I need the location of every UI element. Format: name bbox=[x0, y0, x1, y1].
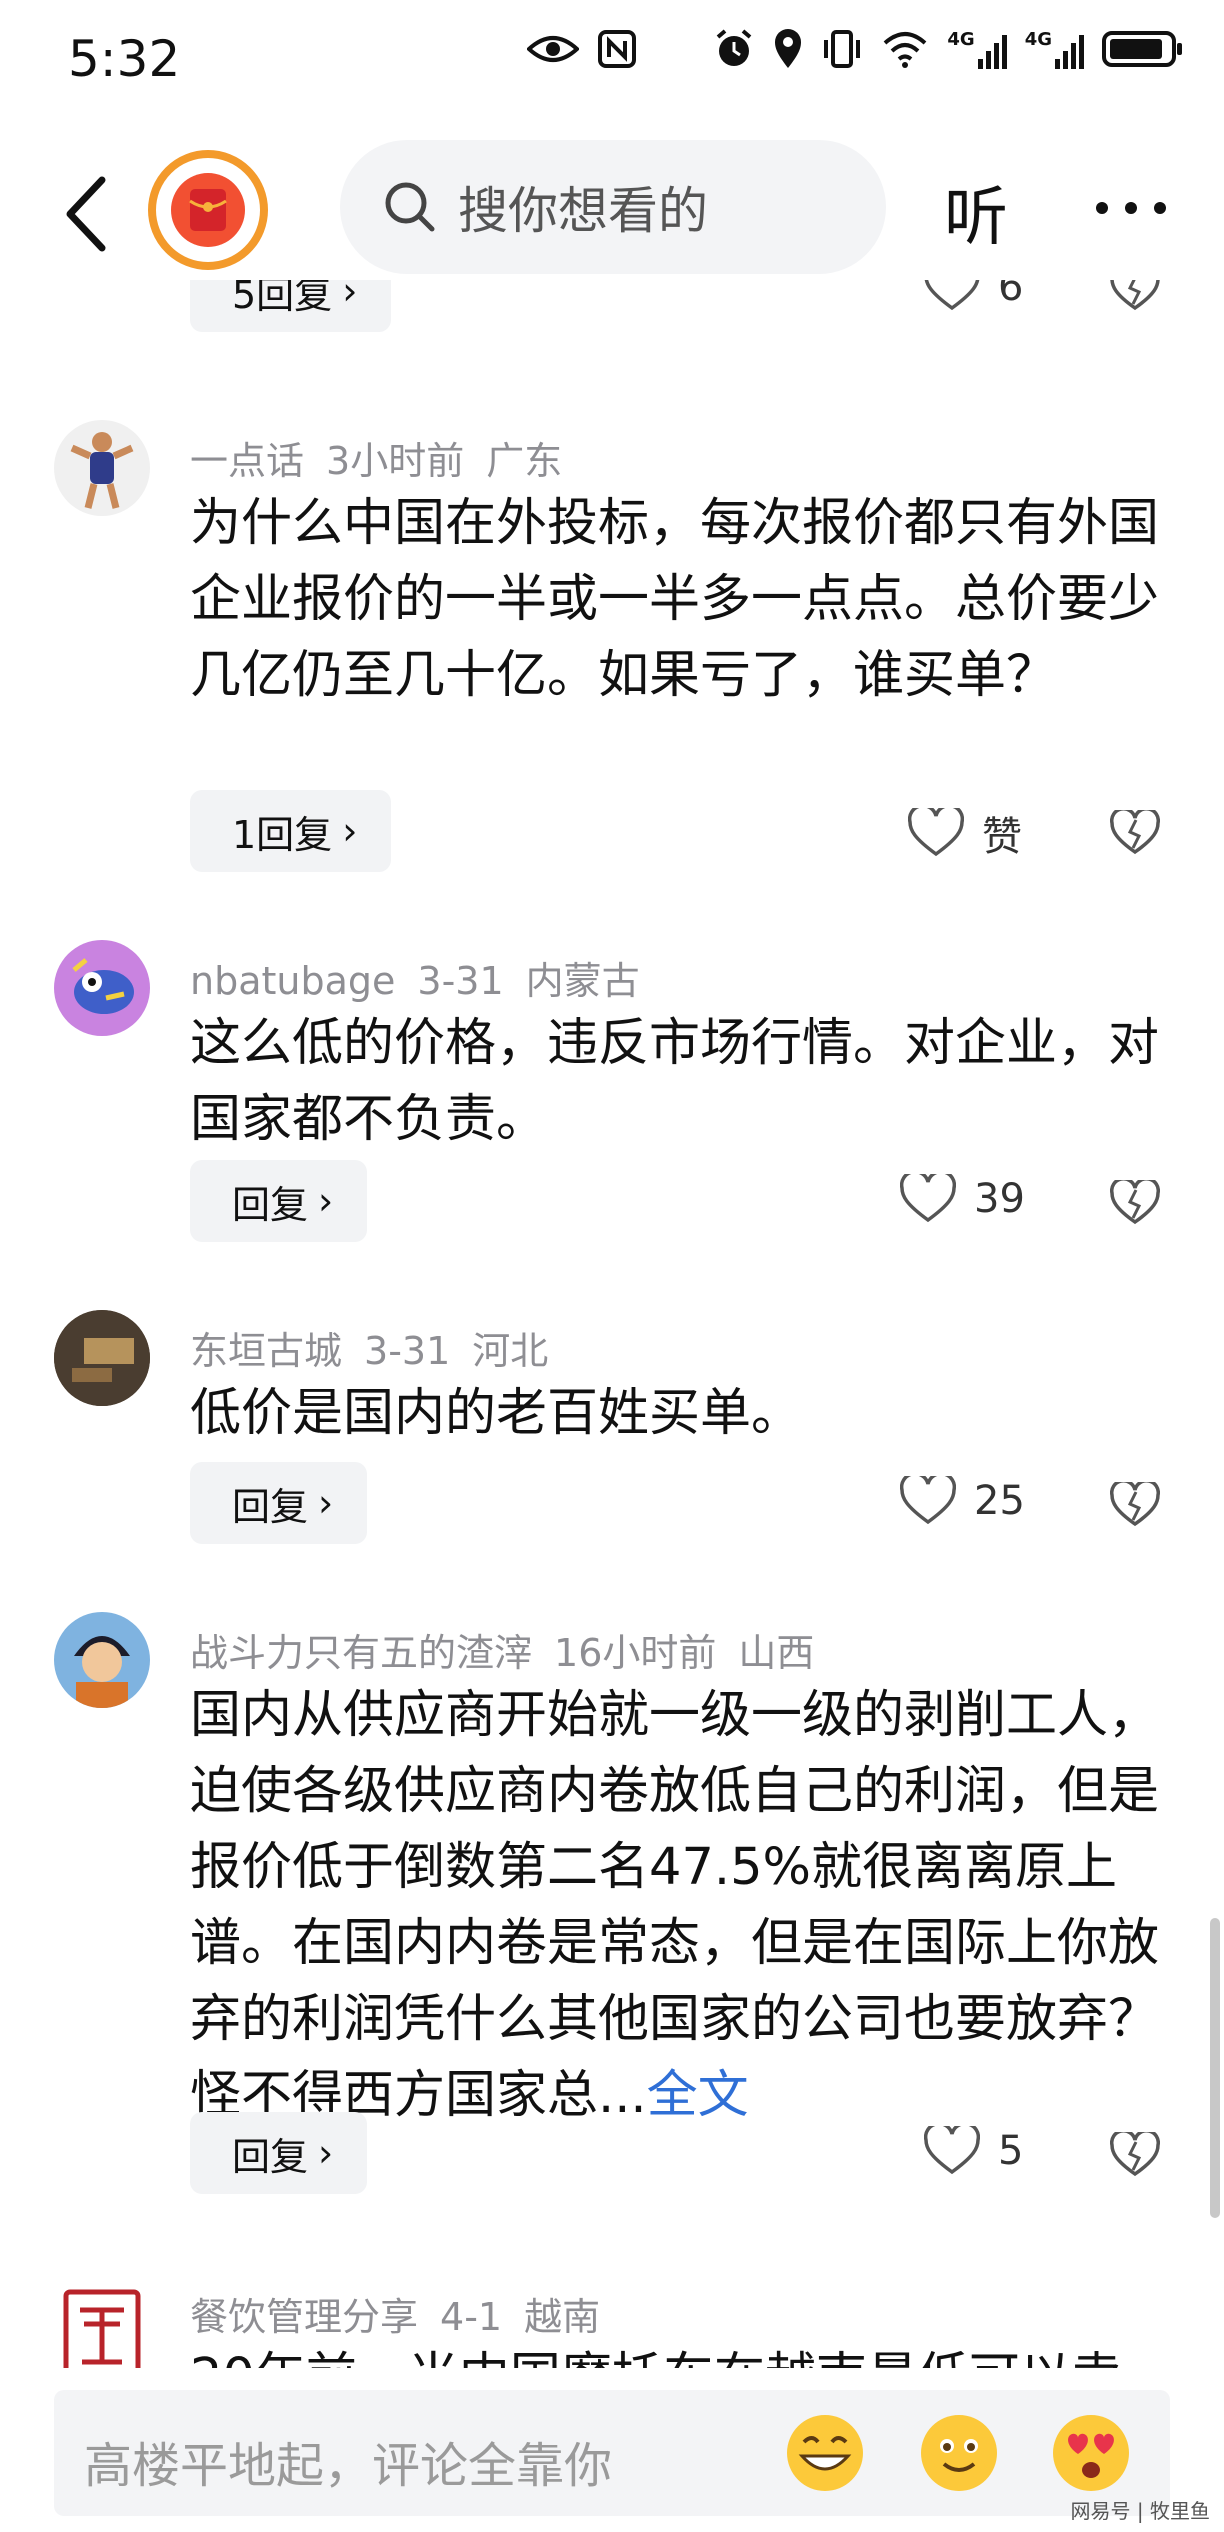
reply-button[interactable]: 回复 › bbox=[190, 1160, 368, 1242]
comment-meta: 一点话 3小时前 广东 bbox=[190, 430, 584, 485]
chevron-right-icon: › bbox=[318, 2131, 334, 2175]
red-packet-icon bbox=[171, 173, 245, 247]
more-icon[interactable] bbox=[1094, 198, 1168, 218]
network-type-label: 4G bbox=[1024, 29, 1052, 50]
username[interactable]: 餐饮管理分享 bbox=[190, 2295, 418, 2339]
username[interactable]: 战斗力只有五的渣滓 bbox=[190, 1631, 532, 1675]
like-button[interactable]: 6 bbox=[924, 280, 1023, 312]
search-icon bbox=[385, 182, 435, 232]
search-placeholder: 搜你想看的 bbox=[458, 182, 708, 240]
search-input[interactable]: 搜你想看的 bbox=[340, 140, 886, 274]
chevron-right-icon: › bbox=[318, 1481, 334, 1525]
status-bar: 5:32 4G 4G bbox=[0, 0, 1224, 120]
dislike-icon[interactable] bbox=[1110, 1482, 1160, 1528]
like-button[interactable]: 赞 bbox=[908, 804, 1022, 862]
status-time: 5:32 bbox=[68, 30, 181, 88]
comment-meta: nbatubage 3-31 内蒙古 bbox=[190, 950, 662, 1005]
comment-location: 山西 bbox=[738, 1631, 815, 1675]
comment-text-content: 国内从供应商开始就一级一级的剥削工人，迫使各级供应商内卷放低自己的利润，但是报价… bbox=[190, 1686, 1160, 2125]
avatar[interactable] bbox=[54, 420, 150, 516]
dislike-icon[interactable] bbox=[1110, 2132, 1160, 2178]
reply-button[interactable]: 5回复 › bbox=[190, 280, 392, 332]
reply-button[interactable]: 1回复 › bbox=[190, 790, 392, 872]
comment-location: 越南 bbox=[524, 2295, 601, 2339]
comment-text: 20年前，当中国摩托车在越南最低可以卖 bbox=[190, 2340, 1180, 2368]
avatar[interactable] bbox=[54, 2284, 150, 2368]
eye-icon bbox=[527, 36, 580, 62]
dislike-icon[interactable] bbox=[1110, 1180, 1160, 1226]
signal-icon-1: 4G bbox=[947, 29, 1007, 69]
like-button[interactable]: 25 bbox=[900, 1476, 1025, 1526]
comment-text: 这么低的价格，违反市场行情。对企业，对国家都不负责。 bbox=[190, 1014, 1160, 1149]
like-button[interactable]: 5 bbox=[924, 2126, 1023, 2176]
battery-icon bbox=[1102, 31, 1182, 67]
comment-location: 广东 bbox=[486, 439, 563, 483]
comment-time: 16小时前 bbox=[554, 1631, 717, 1675]
comment-time: 3小时前 bbox=[326, 439, 465, 483]
listen-button[interactable]: 听 bbox=[944, 166, 1008, 258]
comment-list: 5回复 › 6 一点话 3小时前 广东 为什么中国在外投标，每次报价都只有外国企业报价… bbox=[0, 280, 1224, 2368]
comment-text: 国内从供应商开始就一级一级的剥削工人，迫使各级供应商内卷放低自己的利润，但是报价… bbox=[190, 1678, 1180, 2134]
wifi-icon bbox=[884, 32, 927, 68]
heart-icon bbox=[900, 1174, 956, 1223]
dislike-icon[interactable] bbox=[1110, 280, 1160, 312]
vibrate-icon bbox=[824, 30, 861, 68]
chevron-right-icon: › bbox=[318, 1179, 334, 1223]
chevron-right-icon: › bbox=[342, 280, 358, 313]
avatar[interactable] bbox=[54, 1310, 150, 1406]
avatar[interactable] bbox=[54, 940, 150, 1036]
comment-input-bar[interactable]: 高楼平地起，评论全靠你 bbox=[54, 2390, 1170, 2516]
comment-meta: 餐饮管理分享 4-1 越南 bbox=[190, 2286, 622, 2341]
avatar[interactable] bbox=[54, 1612, 150, 1708]
nfc-icon bbox=[598, 30, 637, 68]
heart-icon bbox=[924, 280, 980, 311]
comment-location: 内蒙古 bbox=[525, 959, 640, 1003]
location-icon bbox=[775, 29, 802, 68]
comment-time: 4-1 bbox=[440, 2295, 503, 2339]
signal-icon-2: 4G bbox=[1025, 29, 1084, 69]
red-packet-button[interactable] bbox=[148, 150, 268, 270]
top-nav-bar: 搜你想看的 听 bbox=[0, 130, 1224, 280]
status-icons: 4G 4G bbox=[527, 28, 1184, 70]
username[interactable]: 一点话 bbox=[190, 439, 304, 483]
heart-icon bbox=[900, 1476, 956, 1525]
username[interactable]: 东垣古城 bbox=[190, 1329, 342, 1373]
reply-button[interactable]: 回复 › bbox=[190, 1462, 368, 1544]
scrollbar[interactable] bbox=[1210, 1918, 1220, 2218]
comment-time: 3-31 bbox=[364, 1329, 451, 1373]
comment-text: 低价是国内的老百姓买单。 bbox=[190, 1384, 803, 1443]
back-arrow-icon[interactable] bbox=[58, 174, 118, 254]
comment-time: 3-31 bbox=[417, 959, 504, 1003]
comment-input-placeholder: 高楼平地起，评论全靠你 bbox=[84, 2438, 613, 2494]
watermark: 网易号 | 牧里鱼 bbox=[1070, 2499, 1210, 2523]
comment-location: 河北 bbox=[472, 1329, 549, 1373]
comment-text: 为什么中国在外投标，每次报价都只有外国企业报价的一半或一半多一点点。总价要少几亿… bbox=[190, 494, 1160, 705]
network-type-label: 4G bbox=[947, 29, 975, 50]
like-button[interactable]: 39 bbox=[900, 1174, 1025, 1224]
heart-icon bbox=[924, 2126, 980, 2175]
username[interactable]: nbatubage bbox=[190, 959, 395, 1003]
read-more-link[interactable]: 全文 bbox=[647, 2066, 749, 2125]
dislike-icon[interactable] bbox=[1110, 810, 1160, 856]
comment-meta: 东垣古城 3-31 河北 bbox=[190, 1320, 570, 1375]
smile-emoji-icon[interactable] bbox=[918, 2412, 1000, 2494]
reply-button[interactable]: 回复 › bbox=[190, 2112, 368, 2194]
heart-icon bbox=[908, 808, 964, 857]
comment-meta: 战斗力只有五的渣滓 16小时前 山西 bbox=[190, 1622, 836, 1677]
alarm-icon bbox=[717, 29, 752, 66]
chevron-right-icon: › bbox=[342, 809, 358, 853]
heart-eyes-emoji-icon[interactable] bbox=[1050, 2412, 1132, 2494]
grin-emoji-icon[interactable] bbox=[784, 2412, 866, 2494]
